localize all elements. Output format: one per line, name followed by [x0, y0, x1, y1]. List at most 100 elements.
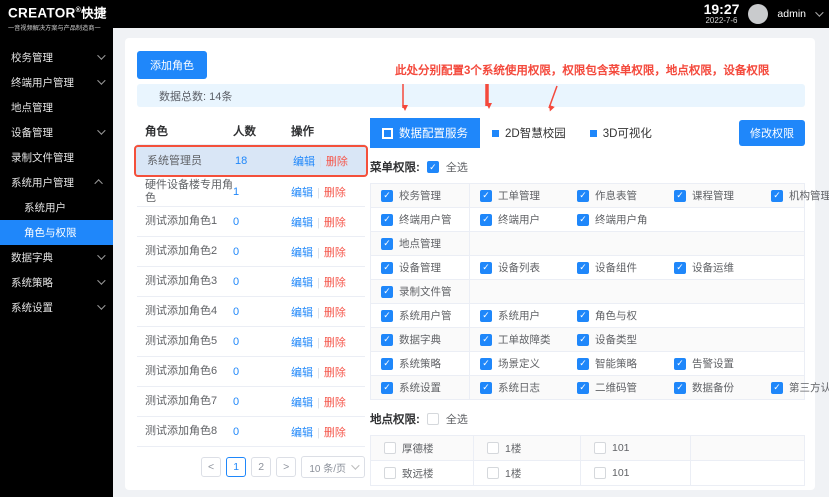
table-row[interactable]: 系统管理员 18 编辑 | 删除: [134, 145, 368, 177]
checkbox-checked[interactable]: ✓: [480, 333, 492, 346]
delete-link[interactable]: 删除: [324, 217, 346, 229]
edit-link[interactable]: 编辑: [291, 307, 313, 319]
edit-link[interactable]: 编辑: [291, 397, 313, 409]
checkbox-checked[interactable]: ✓: [577, 381, 589, 394]
sidebar-item-system-settings[interactable]: 系统设置: [0, 295, 113, 320]
sidebar-item-device-mgmt[interactable]: 设备管理: [0, 120, 113, 145]
edit-link[interactable]: 编辑: [291, 337, 313, 349]
action-divider: |: [317, 336, 320, 349]
sidebar-item-school-affairs[interactable]: 校务管理: [0, 45, 113, 70]
checkbox-unchecked[interactable]: [384, 467, 396, 479]
table-row[interactable]: 硬件设备楼专用角色 1 编辑 | 删除: [137, 177, 365, 207]
checkbox-checked[interactable]: ✓: [381, 309, 393, 322]
pagination-page-2[interactable]: 2: [251, 457, 272, 477]
table-row[interactable]: 测试添加角色3 0 编辑 | 删除: [137, 267, 365, 297]
sidebar-item-terminal-user-mgmt[interactable]: 终端用户管理: [0, 70, 113, 95]
modify-permissions-button[interactable]: 修改权限: [739, 120, 805, 146]
delete-link[interactable]: 删除: [324, 337, 346, 349]
table-row[interactable]: 测试添加角色4 0 编辑 | 删除: [137, 297, 365, 327]
checkbox-checked[interactable]: ✓: [381, 333, 393, 346]
delete-link[interactable]: 删除: [324, 277, 346, 289]
column-header: 角色: [145, 126, 168, 138]
delete-link[interactable]: 删除: [324, 247, 346, 259]
sidebar-item-roles-permissions[interactable]: 角色与权限: [0, 219, 113, 245]
checkbox-checked[interactable]: ✓: [480, 213, 492, 226]
sidebar-item-recording-file-mgmt[interactable]: 录制文件管理: [0, 145, 113, 170]
checkbox-checked[interactable]: ✓: [381, 213, 393, 226]
checkbox-unchecked[interactable]: [487, 467, 499, 479]
checkbox-checked[interactable]: ✓: [480, 189, 492, 202]
role-actions: 编辑 | 删除: [291, 334, 365, 350]
username-label[interactable]: admin: [777, 8, 806, 20]
edit-link[interactable]: 编辑: [293, 156, 315, 168]
permission-group-cell: ✓ 终端用户管: [371, 208, 470, 231]
checkbox-checked[interactable]: ✓: [577, 261, 589, 274]
table-row[interactable]: 测试添加角色5 0 编辑 | 删除: [137, 327, 365, 357]
edit-link[interactable]: 编辑: [291, 367, 313, 379]
checkbox-checked[interactable]: ✓: [381, 357, 393, 370]
delete-link[interactable]: 删除: [326, 156, 348, 168]
permission-row: ✓ 终端用户管 ✓ 终端用户 ✓ 终端用户角: [371, 208, 804, 232]
delete-link[interactable]: 删除: [324, 187, 346, 199]
checkbox-checked[interactable]: ✓: [480, 357, 492, 370]
table-row[interactable]: 测试添加角色7 0 编辑 | 删除: [137, 387, 365, 417]
pagination-prev-button[interactable]: <: [201, 457, 222, 477]
checkbox-checked[interactable]: ✓: [674, 381, 686, 394]
checkbox-checked[interactable]: ✓: [771, 189, 783, 202]
menu-select-all-checkbox[interactable]: ✓: [426, 161, 439, 173]
checkbox-unchecked[interactable]: [384, 442, 396, 454]
checkbox-checked[interactable]: ✓: [577, 357, 589, 370]
pagination-page-1[interactable]: 1: [226, 457, 247, 477]
location-select-all-checkbox[interactable]: [426, 413, 439, 425]
table-row[interactable]: 测试添加角色8 0 编辑 | 删除: [137, 417, 365, 447]
delete-link[interactable]: 删除: [324, 397, 346, 409]
checkbox-checked[interactable]: ✓: [480, 261, 492, 274]
permission-group-label: 系统设置: [399, 382, 441, 394]
tab-3d-visualization[interactable]: 3D可视化: [578, 118, 664, 148]
sidebar-item-data-dictionary[interactable]: 数据字典: [0, 245, 113, 270]
menu-select-all-label: 全选: [445, 162, 468, 174]
delete-link[interactable]: 删除: [324, 427, 346, 439]
page-size-select[interactable]: 10 条/页: [301, 456, 365, 478]
permission-item-label: 系统日志: [498, 382, 540, 394]
sidebar-item-system-users[interactable]: 系统用户: [0, 195, 113, 220]
checkbox-unchecked[interactable]: [594, 467, 606, 479]
checkbox-checked[interactable]: ✓: [577, 213, 589, 226]
tab-data-config-service[interactable]: 数据配置服务: [370, 118, 480, 148]
edit-link[interactable]: 编辑: [291, 427, 313, 439]
delete-link[interactable]: 删除: [324, 307, 346, 319]
table-row[interactable]: 测试添加角色6 0 编辑 | 删除: [137, 357, 365, 387]
edit-link[interactable]: 编辑: [291, 247, 313, 259]
checkbox-checked[interactable]: ✓: [577, 333, 589, 346]
checkbox-checked[interactable]: ✓: [381, 261, 393, 274]
checkbox-checked[interactable]: ✓: [577, 189, 589, 202]
checkbox-checked[interactable]: ✓: [381, 189, 393, 202]
pagination-next-button[interactable]: >: [276, 457, 297, 477]
checkbox-checked[interactable]: ✓: [674, 261, 686, 274]
add-role-button[interactable]: 添加角色: [137, 51, 207, 79]
edit-link[interactable]: 编辑: [291, 217, 313, 229]
checkbox-checked[interactable]: ✓: [771, 381, 783, 394]
checkbox-checked[interactable]: ✓: [381, 237, 393, 250]
sidebar-item-system-policy[interactable]: 系统策略: [0, 270, 113, 295]
sidebar-item-system-user-mgmt[interactable]: 系统用户管理: [0, 170, 113, 195]
checkbox-checked[interactable]: ✓: [674, 357, 686, 370]
permission-group-cell: ✓ 地点管理: [371, 232, 470, 255]
permission-group-cell: ✓ 系统设置: [371, 376, 470, 399]
checkbox-unchecked[interactable]: [594, 442, 606, 454]
checkbox-checked[interactable]: ✓: [381, 381, 393, 394]
sidebar-item-location-mgmt[interactable]: 地点管理: [0, 95, 113, 120]
avatar[interactable]: [748, 4, 769, 24]
table-row[interactable]: 测试添加角色2 0 编辑 | 删除: [137, 237, 365, 267]
checkbox-checked[interactable]: ✓: [674, 189, 686, 202]
checkbox-checked[interactable]: ✓: [480, 309, 492, 322]
checkbox-checked[interactable]: ✓: [480, 381, 492, 394]
checkbox-checked[interactable]: ✓: [577, 309, 589, 322]
edit-link[interactable]: 编辑: [291, 187, 313, 199]
checkbox-unchecked[interactable]: [487, 442, 499, 454]
checkbox-checked[interactable]: ✓: [381, 285, 393, 298]
tab-2d-smart-campus[interactable]: 2D智慧校园: [480, 118, 578, 148]
delete-link[interactable]: 删除: [324, 367, 346, 379]
edit-link[interactable]: 编辑: [291, 277, 313, 289]
table-row[interactable]: 测试添加角色1 0 编辑 | 删除: [137, 207, 365, 237]
